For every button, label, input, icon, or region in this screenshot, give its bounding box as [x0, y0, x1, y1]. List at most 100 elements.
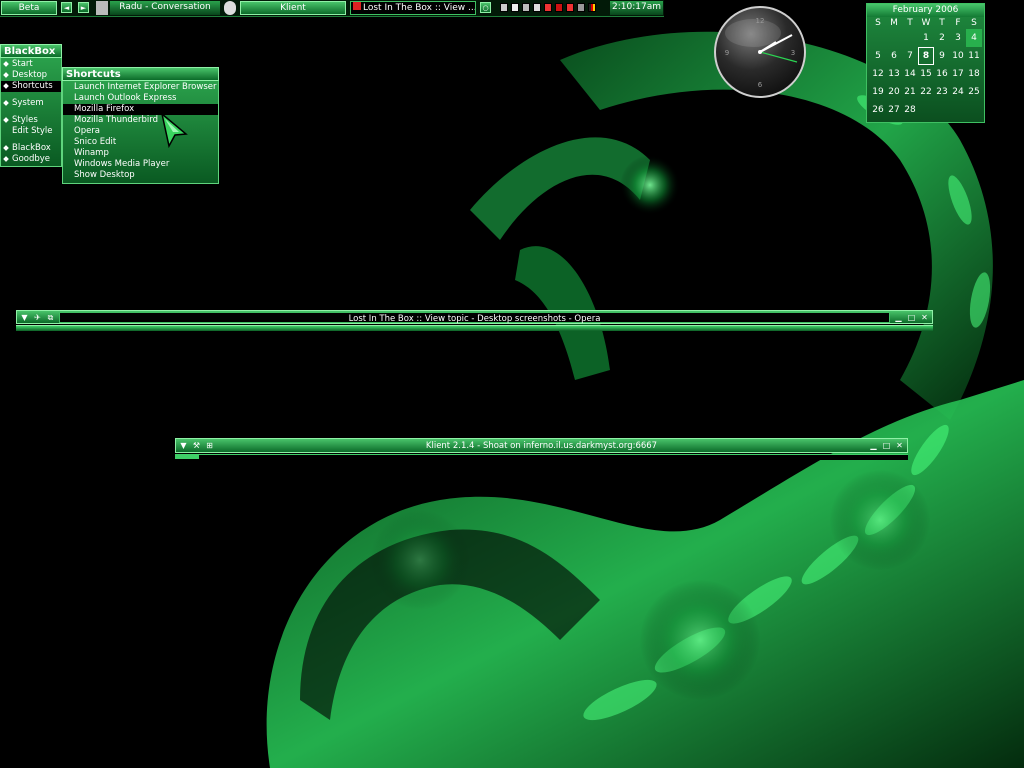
blackbox-menu: BlackBox Start Desktop Shortcuts System … — [0, 44, 62, 167]
tray-icon-display[interactable] — [577, 3, 585, 12]
calendar-day[interactable]: 3 — [950, 29, 966, 47]
close-icon[interactable]: ✕ — [894, 440, 905, 451]
task-lost-in-the-box[interactable]: Lost In The Box :: View ... — [350, 1, 476, 15]
calendar-day[interactable]: 17 — [950, 65, 966, 83]
klient-window-handle[interactable] — [175, 454, 908, 460]
menu-item-label: System — [12, 98, 44, 108]
app-label[interactable]: Klient — [240, 1, 346, 15]
calendar-day[interactable]: 21 — [902, 83, 918, 101]
pin-icon[interactable]: ✈ — [32, 312, 43, 323]
menu-item-wmp[interactable]: Windows Media Player — [63, 159, 218, 170]
tray-icon-flag[interactable] — [588, 3, 596, 12]
menu-item-thunderbird[interactable]: Mozilla Thunderbird — [63, 115, 218, 126]
calendar-empty-cell — [902, 29, 918, 47]
calendar-day[interactable]: 19 — [870, 83, 886, 101]
calendar-day[interactable]: 1 — [918, 29, 934, 47]
menu-item-launch-ie[interactable]: Launch Internet Explorer Browser — [63, 82, 218, 93]
calendar-empty-cell — [934, 101, 950, 119]
calendar-title[interactable]: February 2006 — [867, 4, 984, 17]
shortcuts-menu: Shortcuts Launch Internet Explorer Brows… — [62, 67, 219, 184]
menu-item-label: Desktop — [12, 70, 48, 80]
calendar-day[interactable]: 15 — [918, 65, 934, 83]
calendar-day[interactable]: 11 — [966, 47, 982, 65]
calendar-day[interactable]: 2 — [934, 29, 950, 47]
calendar-weekday: S — [875, 18, 881, 28]
calendar-empty-cell — [966, 101, 982, 119]
window-menu-icon[interactable]: ▼ — [19, 312, 30, 323]
calendar-day[interactable]: 26 — [870, 101, 886, 119]
window-label[interactable]: Radu - Conversation — [110, 1, 220, 15]
calendar-empty-cell — [950, 101, 966, 119]
system-tray — [496, 0, 606, 16]
menu-item-firefox[interactable]: Mozilla Firefox — [63, 104, 218, 115]
menu-item-system[interactable]: System — [1, 98, 61, 109]
calendar-day[interactable]: 24 — [950, 83, 966, 101]
minimize-icon[interactable]: ▁ — [893, 312, 904, 323]
calendar-day[interactable]: 13 — [886, 65, 902, 83]
tile-icon[interactable]: ⊞ — [204, 440, 215, 451]
menu-item-blackbox[interactable]: BlackBox — [1, 143, 61, 154]
calendar-day[interactable]: 5 — [870, 47, 886, 65]
tray-toggle-button[interactable]: ○ — [480, 2, 491, 13]
clock-numeral-6: 6 — [758, 81, 763, 89]
submenu-bullet-icon — [3, 145, 9, 151]
minimize-icon[interactable]: ▁ — [868, 440, 879, 451]
maximize-icon[interactable]: □ — [881, 440, 892, 451]
close-icon[interactable]: ✕ — [919, 312, 930, 323]
menu-item-show-desktop[interactable]: Show Desktop — [63, 170, 218, 181]
calendar-day[interactable]: 9 — [934, 47, 950, 65]
calendar-day[interactable]: 8 — [918, 47, 934, 65]
klient-icon — [224, 1, 236, 15]
opera-title-field: Lost In The Box :: View topic - Desktop … — [59, 312, 890, 324]
tray-icon-network[interactable] — [500, 3, 508, 12]
menu-item-goodbye[interactable]: Goodbye — [1, 154, 61, 165]
calendar-day[interactable]: 12 — [870, 65, 886, 83]
tray-icon-messenger[interactable] — [522, 3, 530, 12]
menu-item-edit-style[interactable]: Edit Style — [1, 126, 61, 137]
maximize-icon[interactable]: □ — [906, 312, 917, 323]
calendar-day[interactable]: 16 — [934, 65, 950, 83]
clock-numeral-3: 3 — [791, 49, 795, 57]
menu-item-start[interactable]: Start — [1, 59, 61, 70]
opera-window-titlebar[interactable]: ▼ ✈ ⧉ Lost In The Box :: View topic - De… — [16, 310, 933, 324]
clock-label: 2:10:17am — [610, 1, 663, 15]
calendar-day[interactable]: 7 — [902, 47, 918, 65]
stick-icon[interactable]: ⧉ — [45, 312, 56, 323]
menu-item-launch-outlook[interactable]: Launch Outlook Express — [63, 93, 218, 104]
calendar-weekday: W — [921, 18, 931, 28]
calendar-day[interactable]: 25 — [966, 83, 982, 101]
window-icon — [96, 1, 108, 15]
calendar-weekday: S — [971, 18, 977, 28]
klient-window-titlebar[interactable]: ▼ ⚒ ⊞ Klient 2.1.4 - Shoat on inferno.il… — [175, 438, 908, 453]
tray-icon-tool[interactable] — [533, 3, 541, 12]
tray-icon-volume[interactable] — [511, 3, 519, 12]
submenu-bullet-icon — [3, 61, 9, 67]
calendar-day[interactable]: 14 — [902, 65, 918, 83]
calendar-day[interactable]: 20 — [886, 83, 902, 101]
opera-window-handle[interactable] — [16, 325, 933, 331]
menu-item-snico-edit[interactable]: Snico Edit — [63, 137, 218, 148]
window-menu-icon[interactable]: ▼ — [178, 440, 189, 451]
calendar-widget: February 2006 S M T W T F S 1 2 3 4 5 6 7 8 9 10 11 12 13 14… — [866, 3, 985, 123]
menu-item-winamp[interactable]: Winamp — [63, 148, 218, 159]
tools-icon[interactable]: ⚒ — [191, 440, 202, 451]
tray-icon-antivirus[interactable] — [544, 3, 552, 12]
calendar-day[interactable]: 10 — [950, 47, 966, 65]
calendar-day[interactable]: 22 — [918, 83, 934, 101]
prev-workspace-button[interactable]: ◄ — [61, 2, 72, 13]
menu-item-desktop[interactable]: Desktop — [1, 70, 61, 81]
tray-icon-opera[interactable] — [555, 3, 563, 12]
menu-item-styles[interactable]: Styles — [1, 115, 61, 126]
menu-item-opera[interactable]: Opera — [63, 126, 218, 137]
klient-handle-grip[interactable] — [175, 455, 199, 459]
calendar-day[interactable]: 18 — [966, 65, 982, 83]
tray-icon-alert[interactable] — [566, 3, 574, 12]
menu-item-shortcuts[interactable]: Shortcuts — [1, 81, 61, 92]
calendar-day[interactable]: 23 — [934, 83, 950, 101]
calendar-day[interactable]: 4 — [966, 29, 982, 47]
next-workspace-button[interactable]: ► — [78, 2, 89, 13]
workspace-label[interactable]: Beta — [1, 1, 57, 15]
calendar-day[interactable]: 6 — [886, 47, 902, 65]
calendar-day[interactable]: 28 — [902, 101, 918, 119]
calendar-day[interactable]: 27 — [886, 101, 902, 119]
